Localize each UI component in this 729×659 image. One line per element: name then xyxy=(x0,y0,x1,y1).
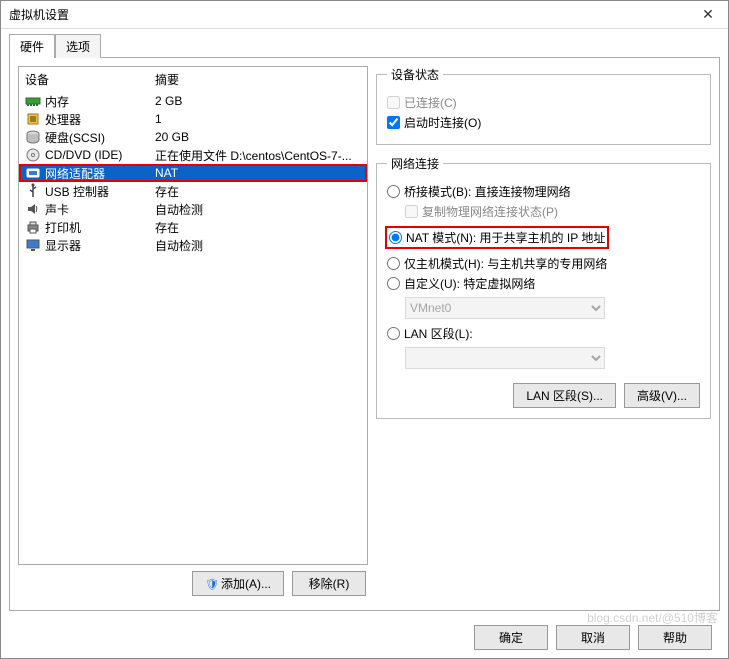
help-button[interactable]: 帮助 xyxy=(638,625,712,650)
network-connection-legend: 网络连接 xyxy=(387,155,443,172)
tab-options[interactable]: 选项 xyxy=(55,34,101,58)
lan-radio-row[interactable]: LAN 区段(L): xyxy=(387,325,700,342)
shield-icon: 🛡 xyxy=(205,579,219,591)
close-button[interactable]: ✕ xyxy=(688,1,728,28)
sound-icon xyxy=(25,201,41,217)
tab-hardware[interactable]: 硬件 xyxy=(9,34,55,58)
replicate-checkbox xyxy=(405,205,418,218)
network-extra-buttons: LAN 区段(S)... 高级(V)... xyxy=(387,383,700,408)
col-device: 设备 xyxy=(25,71,155,88)
right-column: 设备状态 已连接(C) 启动时连接(O) 网络连接 桥接模式(B): 直接连接物… xyxy=(376,66,711,602)
cd-icon xyxy=(25,147,41,163)
device-status-legend: 设备状态 xyxy=(387,66,443,83)
custom-radio-row[interactable]: 自定义(U): 特定虚拟网络 xyxy=(387,275,700,292)
display-icon xyxy=(25,237,41,253)
lan-segment-select xyxy=(405,347,605,369)
left-column: 设备 摘要 内存 2 GB 处理器 1 硬盘(S xyxy=(18,66,368,602)
connect-on-power-checkbox-row[interactable]: 启动时连接(O) xyxy=(387,114,700,131)
hardware-list[interactable]: 内存 2 GB 处理器 1 硬盘(SCSI) 20 GB xyxy=(19,92,367,564)
hw-row-printer[interactable]: 打印机 存在 xyxy=(19,218,367,236)
hw-row-usb[interactable]: USB 控制器 存在 xyxy=(19,182,367,200)
network-connection-group: 网络连接 桥接模式(B): 直接连接物理网络 复制物理网络连接状态(P) NAT… xyxy=(376,155,711,419)
hw-row-memory[interactable]: 内存 2 GB xyxy=(19,92,367,110)
device-status-group: 设备状态 已连接(C) 启动时连接(O) xyxy=(376,66,711,145)
hw-row-network[interactable]: 网络适配器 NAT xyxy=(19,164,367,182)
tab-strip: 硬件 选项 xyxy=(1,29,728,57)
hostonly-radio[interactable] xyxy=(387,257,400,270)
vm-settings-window: 虚拟机设置 ✕ 硬件 选项 设备 摘要 内存 2 GB xyxy=(0,0,729,659)
col-summary: 摘要 xyxy=(155,71,179,88)
hw-row-hdd[interactable]: 硬盘(SCSI) 20 GB xyxy=(19,128,367,146)
window-title: 虚拟机设置 xyxy=(9,6,688,23)
titlebar: 虚拟机设置 ✕ xyxy=(1,1,728,29)
hardware-actions: 🛡添加(A)... 移除(R) xyxy=(18,565,368,602)
hw-row-display[interactable]: 显示器 自动检测 xyxy=(19,236,367,254)
connect-on-power-checkbox[interactable] xyxy=(387,116,400,129)
memory-icon xyxy=(25,93,41,109)
replicate-checkbox-row: 复制物理网络连接状态(P) xyxy=(405,203,700,220)
bridged-radio[interactable] xyxy=(387,185,400,198)
tab-panel: 设备 摘要 内存 2 GB 处理器 1 硬盘(S xyxy=(9,57,720,611)
hw-row-cd[interactable]: CD/DVD (IDE) 正在使用文件 D:\centos\CentOS-7-.… xyxy=(19,146,367,164)
hw-row-cpu[interactable]: 处理器 1 xyxy=(19,110,367,128)
cancel-button[interactable]: 取消 xyxy=(556,625,630,650)
printer-icon xyxy=(25,219,41,235)
add-button[interactable]: 🛡添加(A)... xyxy=(192,571,284,596)
hostonly-radio-row[interactable]: 仅主机模式(H): 与主机共享的专用网络 xyxy=(387,255,700,272)
hardware-list-box: 设备 摘要 内存 2 GB 处理器 1 硬盘(S xyxy=(18,66,368,565)
custom-network-select: VMnet0 xyxy=(405,297,605,319)
connected-checkbox-row[interactable]: 已连接(C) xyxy=(387,94,700,111)
connected-checkbox xyxy=(387,96,400,109)
ok-button[interactable]: 确定 xyxy=(474,625,548,650)
custom-radio[interactable] xyxy=(387,277,400,290)
nat-radio[interactable] xyxy=(389,231,402,244)
lan-radio[interactable] xyxy=(387,327,400,340)
cpu-icon xyxy=(25,111,41,127)
nat-radio-row[interactable]: NAT 模式(N): 用于共享主机的 IP 地址 xyxy=(385,226,609,249)
advanced-button[interactable]: 高级(V)... xyxy=(624,383,700,408)
dialog-buttons: 确定 取消 帮助 xyxy=(1,617,728,658)
remove-button[interactable]: 移除(R) xyxy=(292,571,366,596)
bridged-radio-row[interactable]: 桥接模式(B): 直接连接物理网络 xyxy=(387,183,700,200)
hardware-list-header: 设备 摘要 xyxy=(19,67,367,92)
net-icon xyxy=(25,165,41,181)
close-icon: ✕ xyxy=(702,6,714,23)
hw-row-sound[interactable]: 声卡 自动检测 xyxy=(19,200,367,218)
lan-segments-button[interactable]: LAN 区段(S)... xyxy=(513,383,616,408)
usb-icon xyxy=(25,183,41,199)
hdd-icon xyxy=(25,129,41,145)
